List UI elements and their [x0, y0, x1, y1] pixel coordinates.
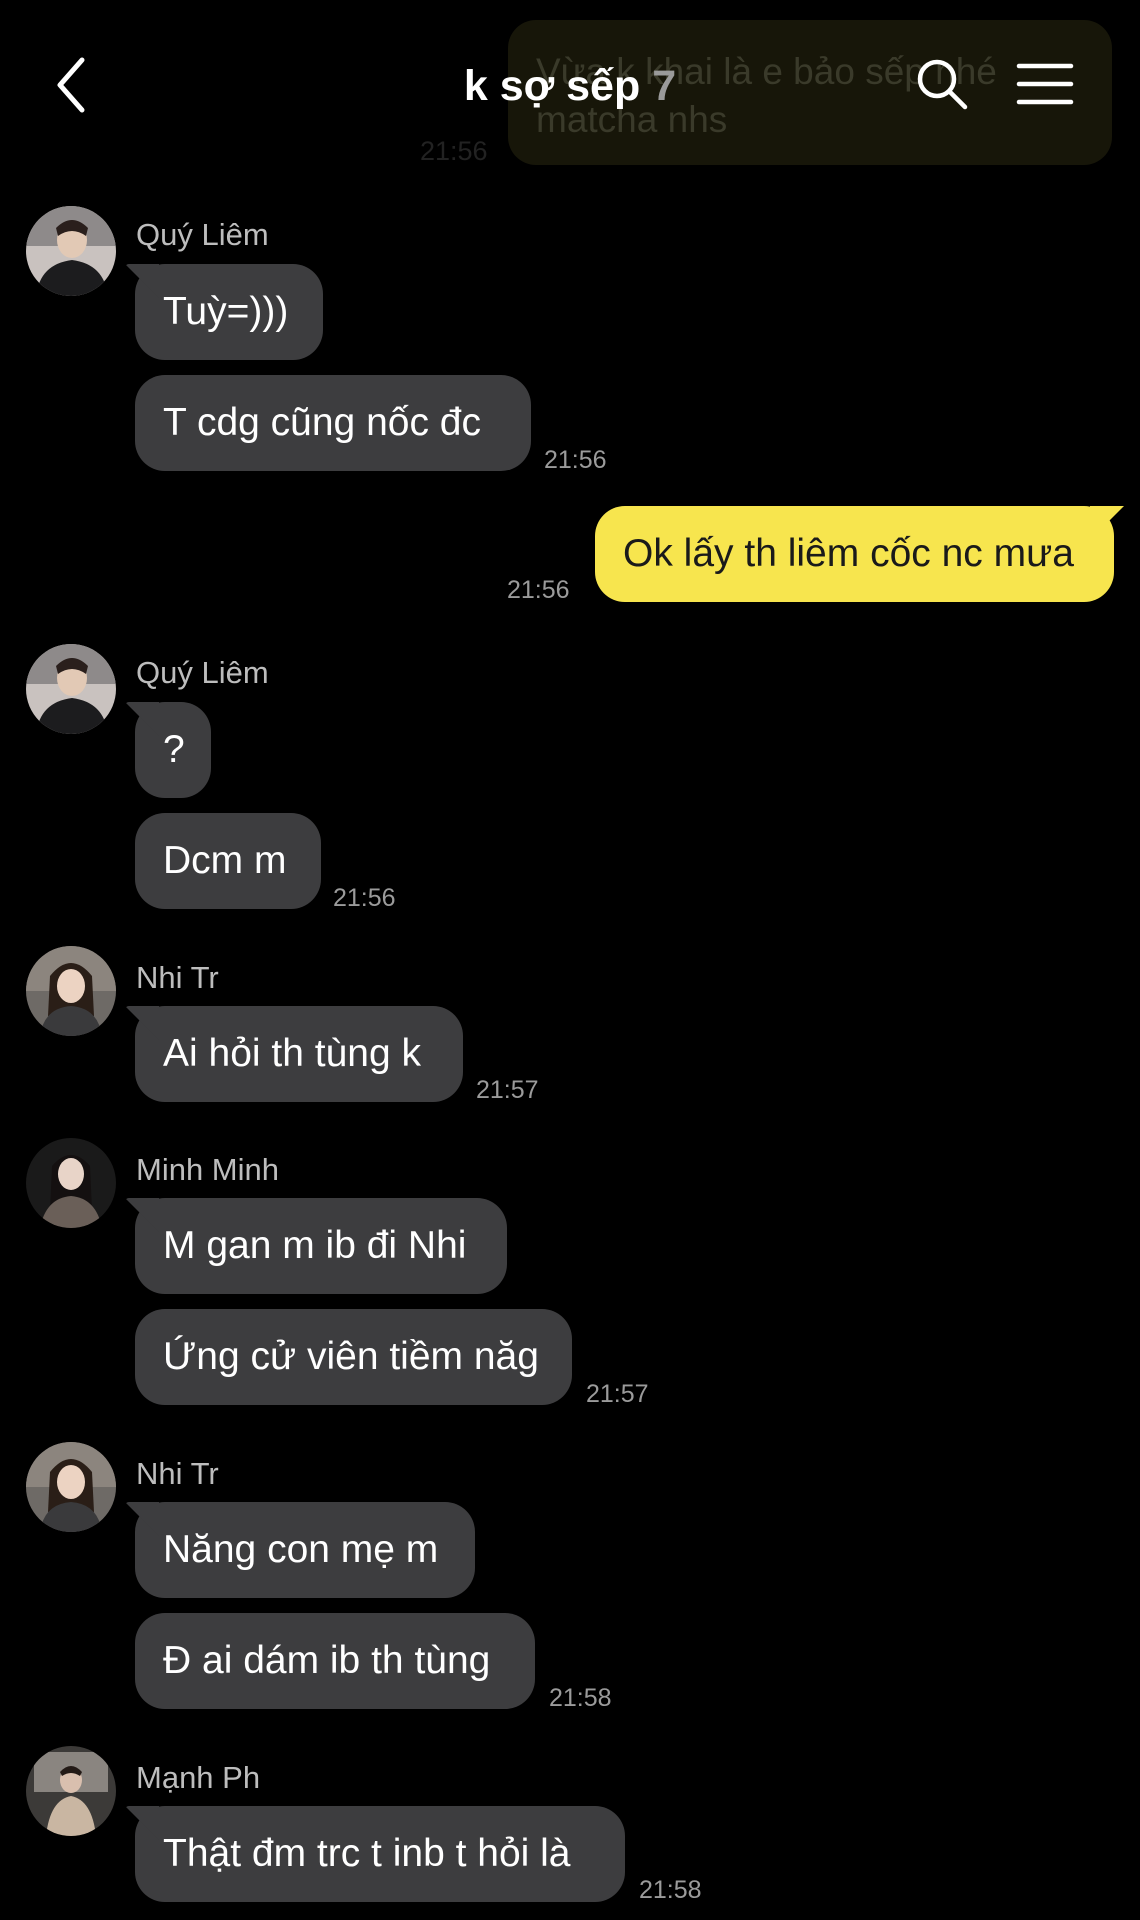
menu-button[interactable]	[1016, 60, 1074, 108]
message-bubble[interactable]: Ứng cử viên tiềm năg	[135, 1309, 572, 1405]
profile-photo-icon	[26, 1442, 116, 1532]
profile-photo-icon	[26, 206, 116, 296]
message-time: 21:56	[507, 576, 570, 604]
profile-photo-icon	[26, 1138, 116, 1228]
message-time: 21:56	[333, 884, 396, 912]
sender-name: Quý Liêm	[136, 655, 269, 690]
message-bubble[interactable]: Năng con mẹ m	[135, 1502, 475, 1598]
message-bubble[interactable]: Ai hỏi th tùng k	[135, 1006, 463, 1102]
sender-name: Mạnh Ph	[136, 1760, 261, 1795]
avatar-manh-ph[interactable]	[26, 1746, 116, 1836]
message-time: 21:56	[544, 446, 607, 474]
member-count: 7	[652, 62, 677, 110]
message-bubble[interactable]: ?	[135, 702, 211, 798]
search-button[interactable]	[914, 56, 970, 112]
my-message-bubble[interactable]: Ok lấy th liêm cốc nc mưa	[595, 506, 1114, 602]
sender-name: Minh Minh	[136, 1152, 279, 1187]
message-time: 21:58	[549, 1684, 612, 1712]
avatar-nhi-tr[interactable]	[26, 946, 116, 1036]
sender-name: Nhi Tr	[136, 1456, 219, 1491]
sender-name: Nhi Tr	[136, 960, 219, 995]
avatar-quy-liem[interactable]	[26, 206, 116, 296]
message-time: 21:57	[586, 1380, 649, 1408]
chevron-left-icon	[57, 57, 85, 113]
message-time: 21:58	[639, 1876, 702, 1904]
profile-photo-icon	[26, 644, 116, 734]
back-button[interactable]	[48, 52, 98, 118]
message-bubble[interactable]: M gan m ib đi Nhi	[135, 1198, 507, 1294]
hamburger-menu-icon	[1016, 63, 1074, 105]
group-name: k sợ sếp	[463, 62, 641, 110]
message-bubble[interactable]: Tuỳ=)))	[135, 264, 323, 360]
avatar-quy-liem[interactable]	[26, 644, 116, 734]
avatar-minh-minh[interactable]	[26, 1138, 116, 1228]
message-time: 21:57	[476, 1076, 539, 1104]
message-bubble[interactable]: Thật đm trc t inb t hỏi là	[135, 1806, 625, 1902]
avatar-nhi-tr[interactable]	[26, 1442, 116, 1532]
chat-header: k sợ sếp 7	[0, 0, 1140, 170]
message-bubble[interactable]: Dcm m	[135, 813, 321, 909]
profile-photo-icon	[26, 946, 116, 1036]
message-bubble[interactable]: Đ ai dám ib th tùng	[135, 1613, 535, 1709]
profile-photo-icon	[26, 1746, 116, 1836]
chat-screen: Vừa k khai là e bảo sếp nhé matcha nhs 2…	[0, 0, 1140, 1920]
sender-name: Quý Liêm	[136, 217, 269, 252]
search-icon	[917, 59, 968, 110]
message-bubble[interactable]: T cdg cũng nốc đc	[135, 375, 531, 471]
